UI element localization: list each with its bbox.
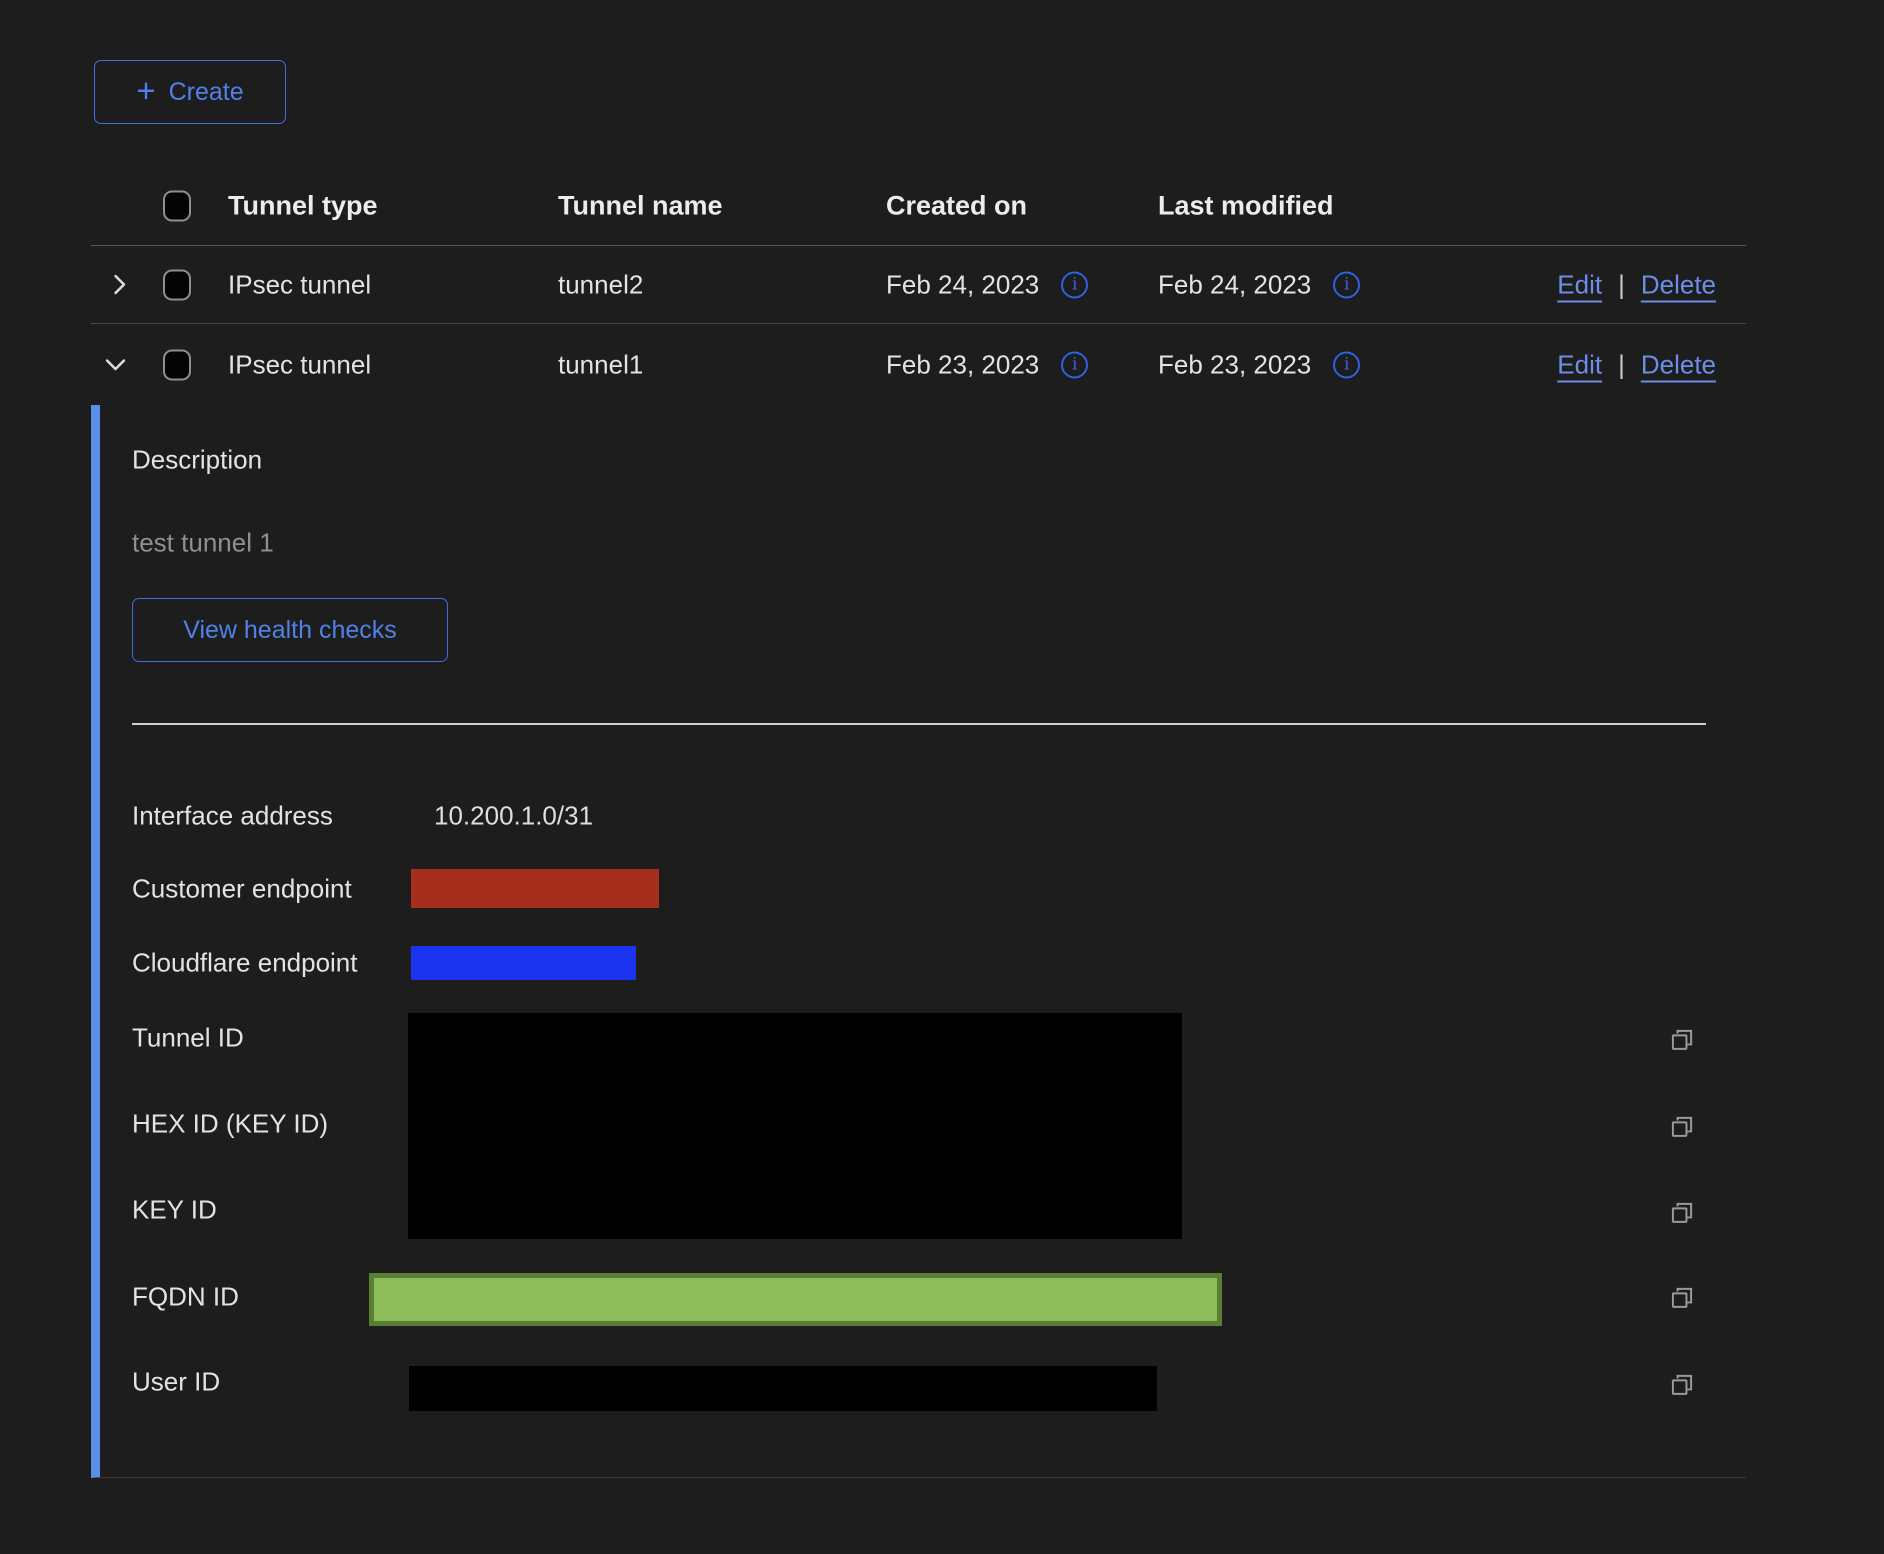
select-all-checkbox[interactable] (163, 190, 191, 221)
chevron-down-icon[interactable] (101, 351, 129, 379)
tunnel-id-label: Tunnel ID (132, 1023, 244, 1054)
copy-icon (1668, 1284, 1696, 1312)
customer-endpoint-label: Customer endpoint (132, 874, 352, 905)
row-checkbox[interactable] (163, 269, 191, 300)
tunnel1-details-panel: Description test tunnel 1 View health ch… (91, 405, 1746, 1478)
header-tunnel-type: Tunnel type (228, 190, 378, 221)
hex-id-label: HEX ID (KEY ID) (132, 1109, 328, 1140)
table-row-tunnel2: IPsec tunnel tunnel2 Feb 24, 2023 i Feb … (91, 246, 1746, 324)
copy-key-id-button[interactable] (1668, 1199, 1696, 1227)
section-divider (132, 723, 1706, 725)
plus-icon: + (136, 74, 155, 107)
user-id-redaction (409, 1366, 1157, 1411)
tunnel-name-cell: tunnel2 (558, 269, 643, 300)
info-icon[interactable]: i (1333, 271, 1360, 298)
row-actions: Edit | Delete (1557, 349, 1716, 380)
table-header-row: Tunnel type Tunnel name Created on Last … (91, 166, 1746, 246)
description-label: Description (132, 445, 262, 476)
action-separator: | (1618, 269, 1625, 300)
copy-icon (1668, 1371, 1696, 1399)
header-last-modified: Last modified (1158, 190, 1334, 221)
header-tunnel-name: Tunnel name (558, 190, 723, 221)
delete-link[interactable]: Delete (1641, 349, 1716, 380)
description-value: test tunnel 1 (132, 528, 274, 559)
copy-tunnel-id-button[interactable] (1668, 1026, 1696, 1054)
tunnel-name-cell: tunnel1 (558, 349, 643, 380)
copy-icon (1668, 1026, 1696, 1054)
created-on-cell: Feb 24, 2023 i (886, 269, 1088, 300)
action-separator: | (1618, 349, 1625, 380)
created-on-date: Feb 23, 2023 (886, 349, 1039, 380)
row-checkbox-cell (163, 269, 191, 300)
header-created-on: Created on (886, 190, 1027, 221)
last-modified-cell: Feb 24, 2023 i (1158, 269, 1360, 300)
cloudflare-endpoint-label: Cloudflare endpoint (132, 948, 358, 979)
create-button-label: Create (169, 78, 244, 107)
copy-icon (1668, 1113, 1696, 1141)
created-on-cell: Feb 23, 2023 i (886, 349, 1088, 380)
interface-address-value: 10.200.1.0/31 (434, 801, 593, 832)
tunnels-page: + Create Tunnel type Tunnel name Created… (0, 0, 1884, 1554)
key-id-label: KEY ID (132, 1195, 217, 1226)
row-actions: Edit | Delete (1557, 269, 1716, 300)
fqdn-id-label: FQDN ID (132, 1282, 239, 1313)
edit-link[interactable]: Edit (1557, 349, 1602, 380)
row-checkbox-cell (163, 349, 191, 380)
copy-hex-id-button[interactable] (1668, 1113, 1696, 1141)
interface-address-label: Interface address (132, 801, 333, 832)
last-modified-cell: Feb 23, 2023 i (1158, 349, 1360, 380)
view-health-checks-button[interactable]: View health checks (132, 598, 448, 662)
tunnel-type-cell: IPsec tunnel (228, 269, 371, 300)
chevron-right-icon[interactable] (105, 271, 133, 299)
info-icon[interactable]: i (1333, 351, 1360, 378)
cloudflare-endpoint-redaction (411, 946, 636, 980)
last-modified-date: Feb 23, 2023 (1158, 349, 1311, 380)
info-icon[interactable]: i (1061, 351, 1088, 378)
user-id-label: User ID (132, 1367, 220, 1398)
last-modified-date: Feb 24, 2023 (1158, 269, 1311, 300)
fqdn-id-redaction (369, 1273, 1222, 1326)
created-on-date: Feb 24, 2023 (886, 269, 1039, 300)
create-button[interactable]: + Create (94, 60, 286, 124)
tunnel-id-redaction (408, 1013, 1182, 1239)
expand-toggle-cell (101, 351, 129, 379)
row-checkbox[interactable] (163, 349, 191, 380)
copy-user-id-button[interactable] (1668, 1371, 1696, 1399)
customer-endpoint-redaction (411, 869, 659, 908)
info-icon[interactable]: i (1061, 271, 1088, 298)
select-all-checkbox-cell (163, 190, 191, 221)
tunnel-type-cell: IPsec tunnel (228, 349, 371, 380)
copy-icon (1668, 1199, 1696, 1227)
table-row-tunnel1: IPsec tunnel tunnel1 Feb 23, 2023 i Feb … (91, 324, 1746, 405)
copy-fqdn-id-button[interactable] (1668, 1284, 1696, 1312)
delete-link[interactable]: Delete (1641, 269, 1716, 300)
expand-toggle-cell (105, 271, 133, 299)
edit-link[interactable]: Edit (1557, 269, 1602, 300)
